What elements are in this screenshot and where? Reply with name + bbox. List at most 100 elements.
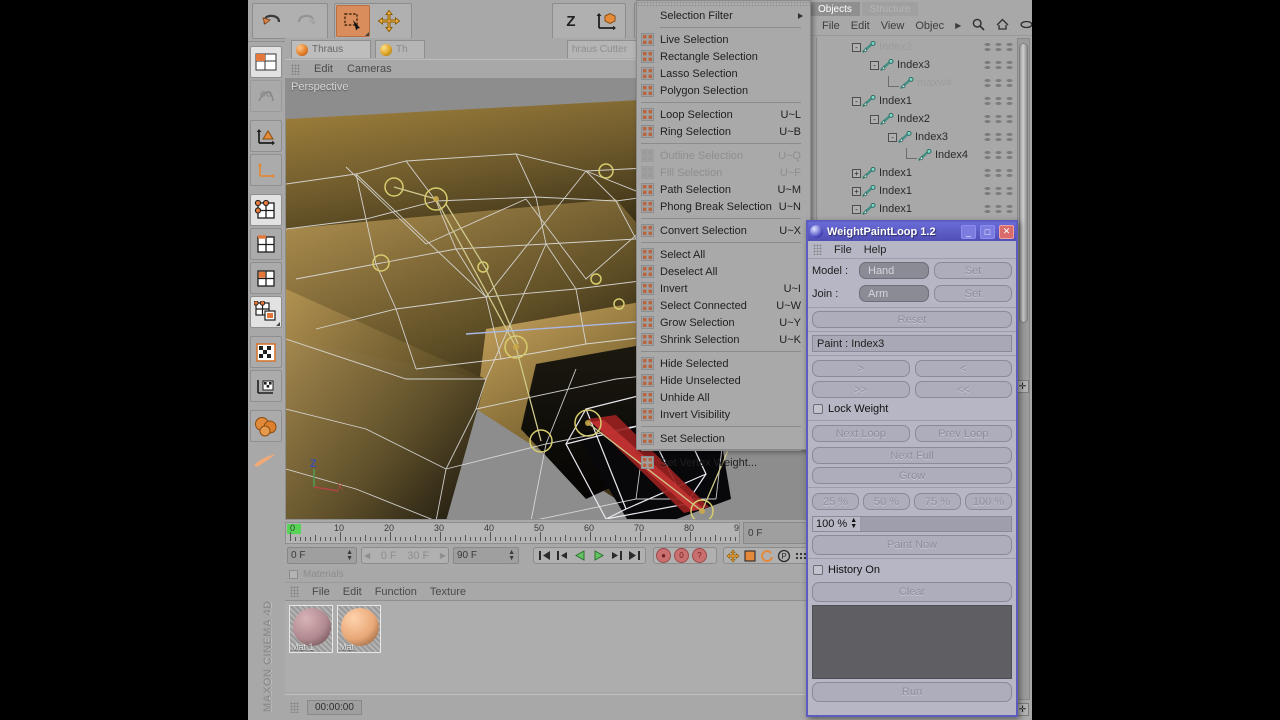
collapse-icon[interactable]: - [852,204,861,214]
close-button[interactable]: ✕ [999,224,1014,239]
points-mode-icon[interactable] [250,194,282,226]
start-frame-field[interactable]: 0 F ▲ ▼ [287,547,357,564]
tree-row[interactable]: - Index1 [808,92,1018,110]
weight-spinner-field[interactable]: 100 % ▲ ▼ [813,517,862,531]
menu-item-lasso-selection[interactable]: Lasso Selection [637,65,810,82]
play-reverse-icon[interactable] [572,549,588,563]
viewport-tab-1[interactable]: Th [375,40,425,58]
tree-row[interactable]: - Index2 [808,110,1018,128]
menu-item-ring-selection[interactable]: Ring Selection U~B [637,123,810,140]
play-icon[interactable] [591,549,607,563]
joint-icon[interactable] [879,112,894,126]
joint-icon[interactable] [917,148,932,162]
menu-item-set-vertex-weight[interactable]: Set Vertex Weight... [637,454,810,471]
menu-item-select-all[interactable]: Select All [637,246,810,263]
tree-row[interactable]: - Index2 [808,38,1018,56]
objects-scroll-thumb[interactable] [1019,43,1028,323]
grip-dots-icon[interactable] [291,63,300,75]
joint-icon[interactable] [861,40,876,54]
live-selection-tool-button[interactable] [336,5,370,37]
materials-collapse-checkbox[interactable] [289,570,298,579]
world-coordinate-button[interactable] [590,5,624,37]
joint-icon[interactable] [861,166,876,180]
range-prev-icon[interactable]: ◀ [364,551,370,560]
joint-icon[interactable] [861,184,876,198]
end-frame-field[interactable]: 90 F ▲ ▼ [453,547,519,564]
prev-fast-button[interactable]: << [914,381,1012,398]
viewport-layout-icon[interactable] [250,46,282,78]
lock-weight-checkbox[interactable] [813,404,823,414]
selection-menu-popup[interactable]: Selection Filter Live Selection Rectangle… [636,0,811,469]
deformers-icon[interactable] [250,410,282,442]
collapse-icon[interactable]: - [852,96,861,106]
weight-spinner[interactable]: 100 % ▲ ▼ [812,516,1012,532]
collapse-icon[interactable]: - [870,114,879,124]
expand-icon[interactable]: + [852,186,861,196]
scale-key-icon[interactable] [743,548,757,563]
visibility-dots-icon[interactable] [982,168,1016,178]
step-forward-icon[interactable] [609,549,625,563]
run-button[interactable]: Run [812,682,1012,702]
autokeying-icon[interactable]: 0 [674,548,689,563]
texture-axis-icon[interactable] [250,370,282,402]
dialog-menu-file[interactable]: File [834,244,852,256]
visibility-dots-icon[interactable] [982,132,1016,142]
visibility-dots-icon[interactable] [982,186,1016,196]
objects-menu-view[interactable]: View [881,20,905,32]
joint-icon[interactable] [899,76,914,90]
z-axis-button[interactable]: Z [554,5,588,37]
redo-button[interactable] [290,5,324,37]
menu-item-path-selection[interactable]: Path Selection U~M [637,181,810,198]
objects-menu-edit[interactable]: Edit [851,20,870,32]
percent-75-button[interactable]: 75 % [914,493,961,510]
grip-dots-icon[interactable] [290,702,299,713]
menu-item-unhide-all[interactable]: Unhide All [637,389,810,406]
percent-50-button[interactable]: 50 % [863,493,910,510]
minimize-button[interactable]: _ [961,224,976,239]
visibility-dots-icon[interactable] [982,204,1016,214]
polygons-mode-icon[interactable] [250,262,282,294]
menu-item-polygon-selection[interactable]: Polygon Selection [637,82,810,99]
history-list[interactable] [812,605,1012,679]
menu-item-hide-selected[interactable]: Hide Selected [637,355,810,372]
paint-now-button[interactable]: Paint Now [812,535,1012,555]
dialog-menu-help[interactable]: Help [864,244,887,256]
viewport-menu-cameras[interactable]: Cameras [347,63,392,75]
visibility-dots-icon[interactable] [982,78,1016,88]
maximize-button[interactable]: □ [980,224,995,239]
visibility-dots-icon[interactable] [982,42,1016,52]
tab-objects[interactable]: Objects [810,2,860,16]
uv-points-mode-icon[interactable] [250,296,282,328]
menu-item-grow-selection[interactable]: Grow Selection U~Y [637,314,810,331]
menu-item-deselect-all[interactable]: Deselect All [637,263,810,280]
texture-mode-icon[interactable] [250,336,282,368]
material-item[interactable]: Mat 1 [289,605,333,653]
home-icon[interactable] [996,18,1009,33]
tree-row[interactable]: + Index1 [808,182,1018,200]
joint-icon[interactable] [861,94,876,108]
materials-menu-edit[interactable]: Edit [343,586,362,598]
menu-item-selection-filter[interactable]: Selection Filter [637,7,810,24]
history-on-checkbox-row[interactable]: History On [808,561,1016,579]
move-tool-button[interactable] [372,5,406,37]
menu-item-invert[interactable]: Invert U~I [637,280,810,297]
grow-button[interactable]: Grow [812,467,1012,484]
tab-structure[interactable]: Structure [861,2,919,16]
materials-menu-texture[interactable]: Texture [430,586,466,598]
visibility-dots-icon[interactable] [982,96,1016,106]
tree-row[interactable]: - Index3 [808,128,1018,146]
percent-25-button[interactable]: 25 % [812,493,859,510]
grip-dots-icon[interactable] [290,586,299,597]
visibility-dots-icon[interactable] [982,60,1016,70]
timeline-ruler[interactable]: 0 10 20 30 40 50 60 70 80 90 [285,522,740,544]
undo-button[interactable] [254,5,288,37]
position-key-icon[interactable] [726,548,740,563]
world-axis-icon[interactable] [250,154,282,186]
keyframe-selection-icon[interactable]: ? [692,548,707,563]
objects-menu-file[interactable]: File [822,20,840,32]
spinner-icon[interactable]: ▲▼ [850,517,857,530]
weight-paint-loop-dialog[interactable]: WeightPaintLoop 1.2 _ □ ✕ File Help Mode… [806,220,1018,717]
history-on-checkbox[interactable] [813,565,823,575]
dialog-title-bar[interactable]: WeightPaintLoop 1.2 _ □ ✕ [808,222,1016,241]
expand-icon[interactable]: + [852,168,861,178]
